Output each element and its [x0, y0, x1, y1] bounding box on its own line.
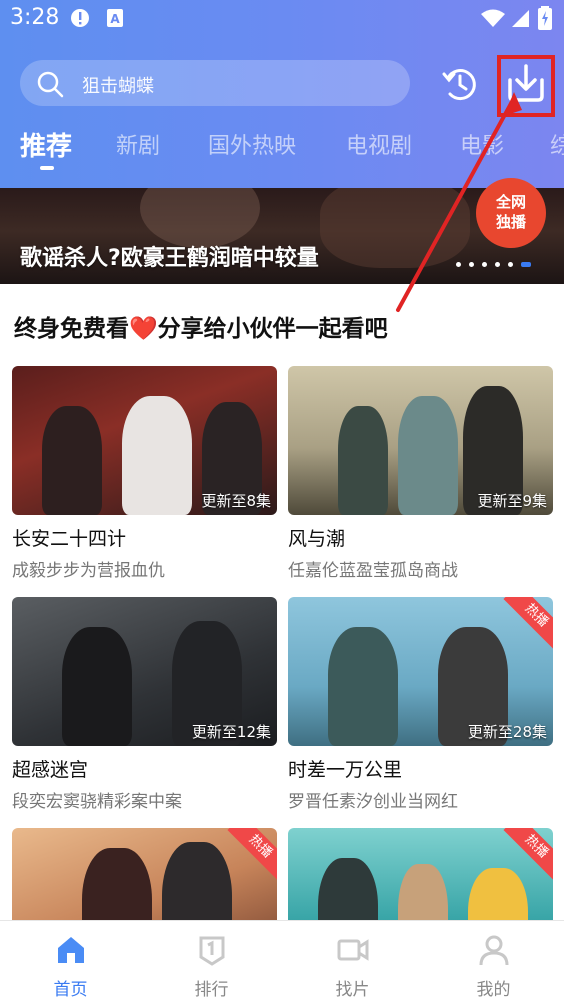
- annotation-highlight-box: [497, 55, 555, 117]
- bottom-nav: 首页 排行 找片 我的: [0, 920, 564, 1004]
- signal-icon: [512, 10, 529, 27]
- exclusive-badge: 全网 独播: [476, 178, 546, 248]
- search-placeholder: 狙击蝴蝶: [82, 76, 154, 97]
- alert-icon: [71, 9, 89, 27]
- carousel-dot: [482, 262, 487, 267]
- hot-tag: 热播: [503, 597, 553, 649]
- video-camera-icon: [337, 939, 369, 961]
- status-bar: 3:28 A: [0, 0, 564, 36]
- nav-find[interactable]: 找片: [282, 921, 423, 1004]
- episode-count: 更新至9集: [477, 492, 547, 510]
- card-subtitle: 段奕宏窦骁精彩案中案: [12, 792, 182, 812]
- poster-image: 更新至12集: [12, 597, 277, 746]
- episode-count: 更新至8集: [201, 492, 271, 510]
- card-title: 长安二十四计: [12, 528, 127, 550]
- poster-figure: [42, 406, 102, 515]
- card-title: 时差一万公里: [288, 759, 403, 781]
- card-subtitle: 任嘉伦蓝盈莹孤岛商战: [288, 561, 458, 581]
- carousel-dot-active: [521, 262, 531, 267]
- poster-figure: [328, 627, 398, 746]
- card-title: 超感迷宫: [12, 759, 89, 781]
- poster-figure: [398, 396, 458, 515]
- badge-line2: 独播: [495, 213, 526, 231]
- nav-home-label: 首页: [53, 980, 88, 1000]
- tab-foreign[interactable]: 国外热映: [208, 128, 296, 160]
- nav-find-label: 找片: [335, 980, 370, 1000]
- tab-movie[interactable]: 电影: [460, 128, 504, 160]
- section-title: 终身免费看❤️分享给小伙伴一起看吧: [14, 316, 388, 342]
- banner-image: [140, 188, 260, 248]
- carousel-indicator: [456, 262, 536, 268]
- carousel-dot: [508, 262, 513, 267]
- search-icon: [37, 71, 64, 98]
- svg-text:A: A: [110, 12, 120, 26]
- nav-home[interactable]: 首页: [0, 921, 141, 1004]
- episode-count: 更新至28集: [467, 723, 547, 741]
- poster-image: 更新至8集: [12, 366, 277, 515]
- ranking-icon: [199, 936, 225, 966]
- tab-tv-series[interactable]: 电视剧: [346, 128, 412, 160]
- banner-title: 歌谣杀人?欧豪王鹤润暗中较量: [20, 246, 319, 271]
- nav-profile[interactable]: 我的: [423, 921, 564, 1004]
- card-subtitle: 罗晋任素汐创业当网红: [288, 792, 458, 812]
- carousel-dot: [495, 262, 500, 267]
- category-tabs: 推荐 新剧 国外热映 电视剧 电影 综: [0, 128, 564, 168]
- tab-recommend[interactable]: 推荐: [20, 128, 72, 163]
- nav-ranking[interactable]: 排行: [141, 921, 282, 1004]
- poster-figure: [338, 406, 388, 515]
- tab-indicator: [40, 166, 54, 170]
- search-input[interactable]: 狙击蝴蝶: [20, 60, 410, 106]
- nav-profile-label: 我的: [476, 980, 511, 1000]
- tab-new-drama[interactable]: 新剧: [116, 128, 160, 160]
- carousel-dot: [469, 262, 474, 267]
- card-subtitle: 成毅步步为营报血仇: [12, 561, 165, 581]
- card-title: 风与潮: [288, 528, 346, 550]
- poster-figure: [122, 396, 192, 515]
- poster-figure: [62, 627, 132, 746]
- tab-variety[interactable]: 综: [550, 128, 564, 160]
- carousel-dot: [456, 262, 461, 267]
- home-icon: [58, 937, 84, 963]
- status-time: 3:28: [10, 5, 60, 30]
- nav-ranking-label: 排行: [194, 980, 229, 1000]
- poster-image: 更新至9集: [288, 366, 553, 515]
- badge-line1: 全网: [495, 193, 526, 211]
- app-notification-icon: A: [107, 9, 123, 27]
- battery-icon: [538, 6, 552, 30]
- episode-count: 更新至12集: [191, 723, 271, 741]
- poster-image: 热播 更新至28集: [288, 597, 553, 746]
- banner-image-detail: [320, 188, 470, 268]
- header: 3:28 A 狙击蝴蝶 推荐 新剧 国外热映 电视剧 电影 综: [0, 0, 564, 188]
- history-icon[interactable]: [440, 64, 480, 104]
- user-icon: [479, 935, 509, 966]
- hot-tag: 热播: [227, 828, 277, 880]
- wifi-icon: [481, 9, 505, 27]
